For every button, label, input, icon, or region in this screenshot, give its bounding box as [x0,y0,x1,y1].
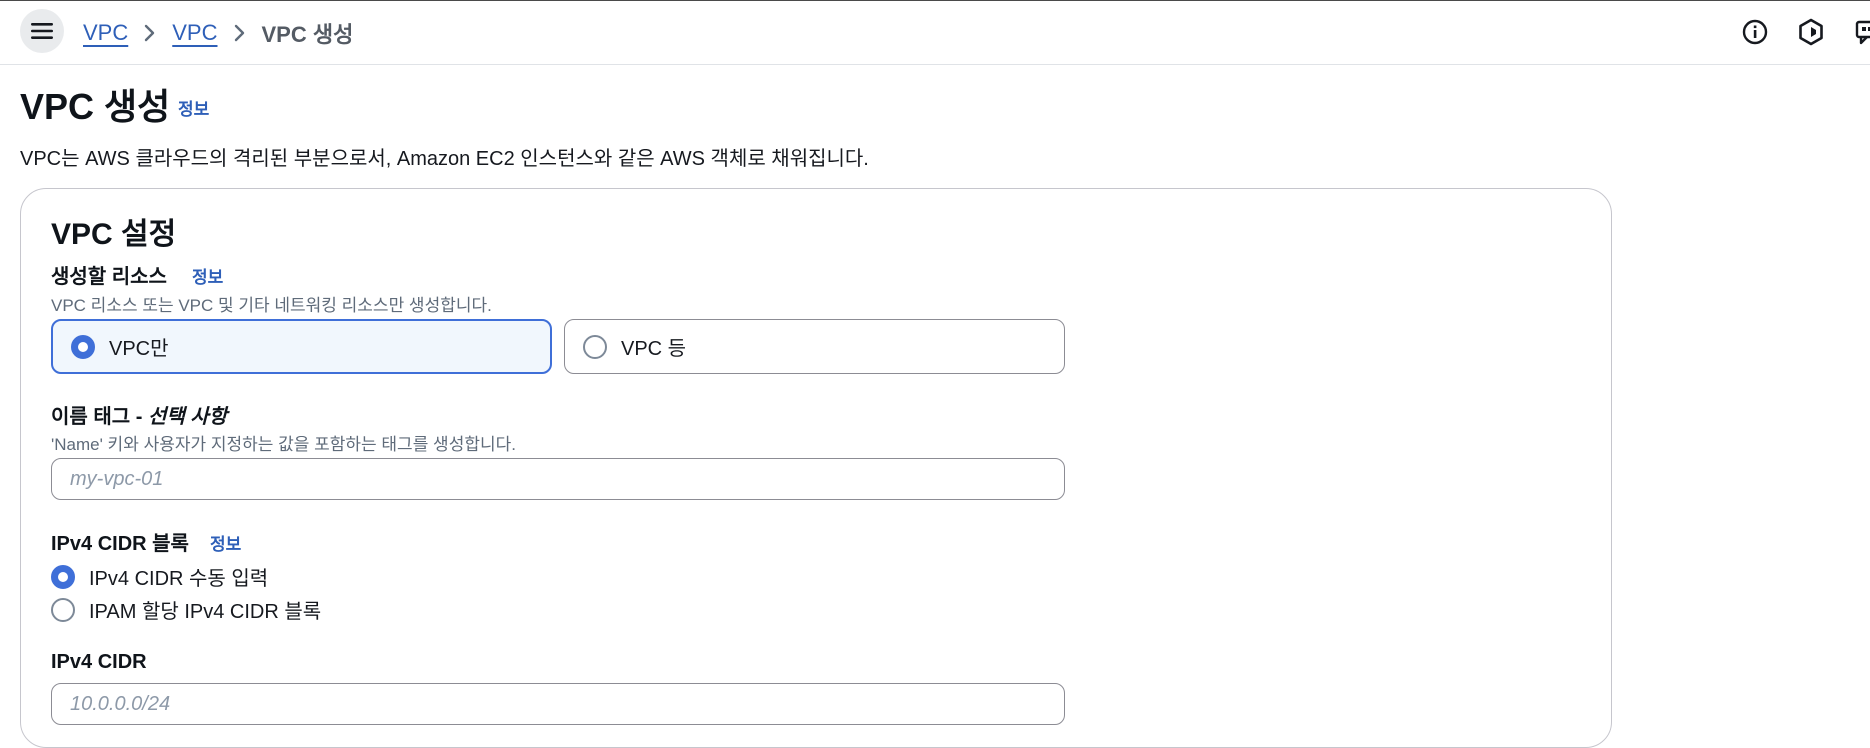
ipv4-cidr-input[interactable] [51,683,1065,725]
vpc-settings-panel: VPC 설정 생성할 리소스 정보 VPC 리소스 또는 VPC 및 기타 네트… [20,188,1612,748]
feedback-icon[interactable] [1852,17,1870,47]
radio-unselected-icon[interactable] [51,597,75,622]
page-description: VPC는 AWS 클라우드의 격리된 부분으로서, Amazon EC2 인스턴… [20,148,869,170]
radio-selected-icon[interactable] [51,564,75,589]
hexagon-settings-icon[interactable] [1796,17,1826,47]
resource-option-label: VPC만 [109,338,169,360]
name-tag-label-main: 이름 태그 - [51,406,148,428]
resources-description: VPC 리소스 또는 VPC 및 기타 네트워킹 리소스만 생성합니다. [51,296,492,315]
breadcrumb: VPC VPC VPC 생성 [83,17,353,49]
resources-label: 생성할 리소스 [51,266,167,288]
resource-option-vpc-and-more[interactable]: VPC 등 [564,319,1065,374]
page-title: VPC 생성 [20,86,171,127]
top-right-toolbar [1740,17,1870,47]
resources-info-link[interactable]: 정보 [192,263,223,288]
ipv4-option-manual[interactable]: IPv4 CIDR 수동 입력 [51,562,268,591]
hamburger-menu-icon [31,23,53,39]
name-tag-input[interactable] [51,458,1065,500]
page-info-link[interactable]: 정보 [178,95,209,120]
chevron-right-icon [128,24,172,42]
breadcrumb-current: VPC 생성 [261,22,354,47]
name-tag-label: 이름 태그 - 선택 사항 [51,400,227,429]
radio-selected-icon[interactable] [71,334,95,359]
breadcrumb-vpc-link[interactable]: VPC [83,20,128,46]
ipv4-option-label: IPAM 할당 IPv4 CIDR 블록 [89,601,322,623]
ipv4-option-ipam[interactable]: IPAM 할당 IPv4 CIDR 블록 [51,595,321,624]
chevron-right-icon [218,24,262,42]
name-tag-label-optional: 선택 사항 [147,406,228,428]
ipv4-cidr-label: IPv4 CIDR [51,651,147,673]
panel-title: VPC 설정 [51,218,177,251]
top-navigation-bar: VPC VPC VPC 생성 [0,0,1870,65]
ipv4-option-label: IPv4 CIDR 수동 입력 [89,568,269,590]
menu-button[interactable] [20,9,64,53]
breadcrumb-vpc-link-2[interactable]: VPC [172,20,217,46]
ipv4-cidr-block-info-link[interactable]: 정보 [210,530,241,555]
resource-option-label: VPC 등 [621,338,687,360]
resource-option-vpc-only[interactable]: VPC만 [51,319,552,374]
ipv4-cidr-block-label: IPv4 CIDR 블록 [51,533,189,555]
radio-unselected-icon[interactable] [583,334,607,359]
name-tag-description: 'Name' 키와 사용자가 지정하는 값을 포함하는 태그를 생성합니다. [51,435,516,454]
info-circle-icon[interactable] [1740,17,1770,47]
